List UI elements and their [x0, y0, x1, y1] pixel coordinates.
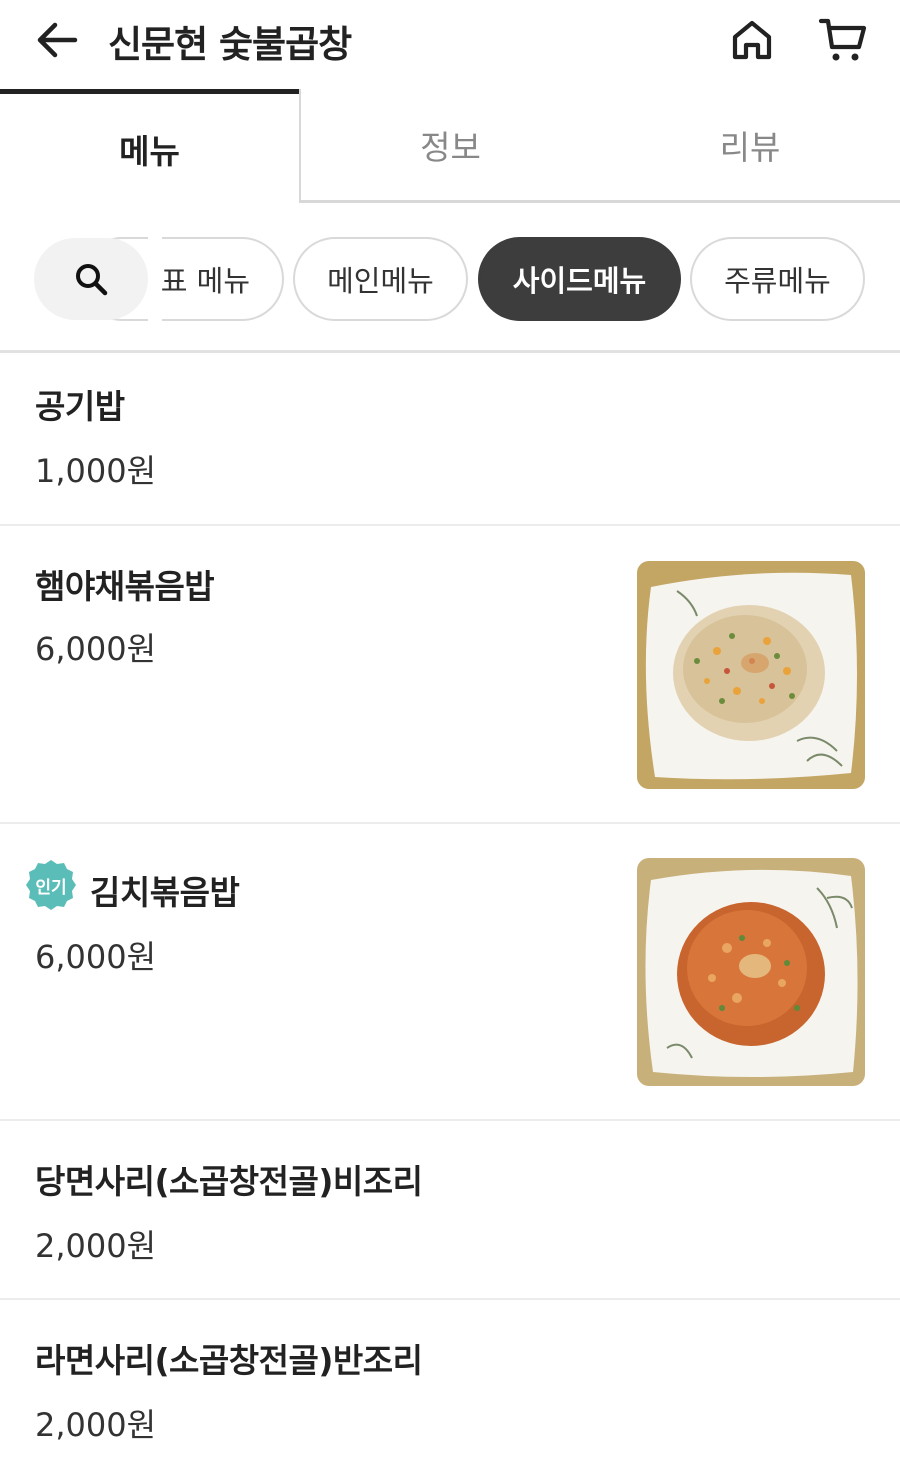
menu-item-name: 김치볶음밥 [90, 873, 240, 912]
menu-search-button[interactable] [34, 238, 148, 320]
menu-item-price: 6,000원 [35, 938, 157, 976]
menu-item-price: 2,000원 [35, 1227, 157, 1265]
menu-item[interactable]: 당면사리(소곱창전골)비조리 2,000원 [0, 1121, 900, 1300]
cart-icon [818, 18, 867, 61]
back-button[interactable] [30, 18, 84, 62]
menu-item[interactable]: 햄야채볶음밥 6,000원 [0, 526, 900, 824]
menu-item[interactable]: 라면사리(소곱창전골)반조리 2,000원 [0, 1300, 900, 1468]
arrow-left-icon [37, 22, 78, 58]
menu-item-price: 2,000원 [35, 1406, 157, 1444]
popular-badge: 인기 [24, 858, 78, 912]
popular-badge-label: 인기 [35, 877, 67, 898]
header: 신문현 숯불곱창 [0, 0, 900, 90]
chip-main-menu[interactable]: 메인메뉴 [293, 237, 468, 321]
menu-item-name: 당면사리(소곱창전골)비조리 [35, 1162, 423, 1201]
restaurant-title: 신문현 숯불곱창 [108, 23, 352, 66]
cart-button[interactable] [814, 14, 872, 66]
menu-item-name: 라면사리(소곱창전골)반조리 [35, 1341, 423, 1380]
chip-drink-menu[interactable]: 주류메뉴 [690, 237, 865, 321]
tab-info[interactable]: 정보 [299, 89, 600, 203]
chip-fade-mask [148, 233, 162, 325]
search-icon [76, 264, 108, 296]
menu-item[interactable]: 인기 김치볶음밥 6,000원 [0, 824, 900, 1121]
category-chip-bar[interactable]: 표 메뉴 메인메뉴 사이드메뉴 주류메뉴 [0, 203, 900, 353]
home-button[interactable] [724, 14, 780, 66]
home-icon [732, 20, 772, 60]
tab-review[interactable]: 리뷰 [600, 89, 900, 203]
chip-side-menu[interactable]: 사이드메뉴 [478, 237, 681, 321]
restaurant-menu-screen: 신문현 숯불곱창 메뉴 정보 리뷰 표 메뉴 메인메뉴 사이드메뉴 주류메뉴 공… [0, 0, 900, 1468]
menu-item[interactable]: 공기밥 1,000원 [0, 356, 900, 526]
tab-bar: 메뉴 정보 리뷰 [0, 89, 900, 203]
menu-item-price: 1,000원 [35, 452, 157, 490]
menu-item-price: 6,000원 [35, 630, 157, 668]
menu-item-name: 햄야채볶음밥 [35, 567, 215, 606]
tab-menu[interactable]: 메뉴 [0, 89, 299, 203]
menu-item-name: 공기밥 [35, 387, 125, 426]
fried-rice-photo [637, 561, 865, 789]
kimchi-fried-rice-photo [637, 858, 865, 1086]
